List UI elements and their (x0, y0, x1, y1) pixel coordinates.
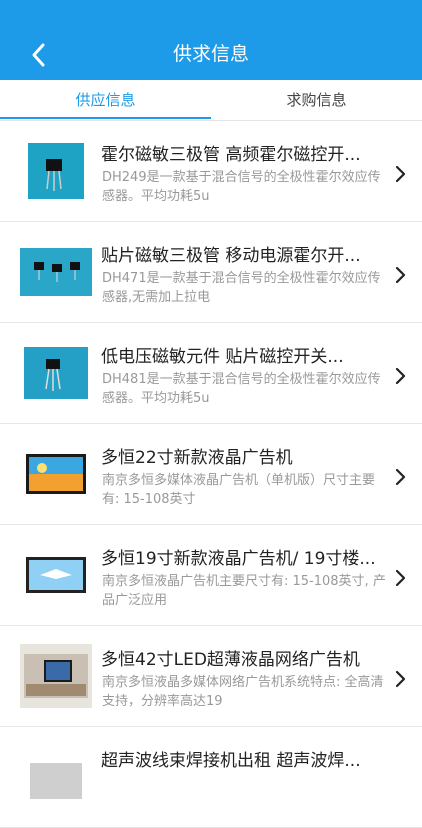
list-item[interactable]: 霍尔磁敏三极管 高频霍尔磁控开... DH249是一款基于混合信号的全极性霍尔效… (0, 121, 422, 222)
machine-thumbnail (20, 745, 92, 809)
page-title: 供求信息 (172, 43, 249, 65)
app-header: 供求信息 (0, 0, 422, 80)
list-item[interactable]: 多恒19寸新款液晶广告机/ 19寸楼... 南京多恒液晶广告机主要尺寸有: 15… (0, 525, 422, 626)
list-item[interactable]: 多恒22寸新款液晶广告机 南京多恒多媒体液晶广告机（单机版）尺寸主要有: 15-… (0, 424, 422, 525)
tab-supply[interactable]: 供应信息 (0, 80, 211, 120)
chevron-right-icon (395, 367, 406, 385)
lcd-display-thumbnail (20, 644, 92, 708)
item-title: 多恒22寸新款液晶广告机 (101, 448, 293, 468)
hall-sensor-thumbnail (20, 341, 92, 405)
item-title: 多恒42寸LED超薄液晶网络广告机 (101, 650, 360, 670)
list-item[interactable]: 贴片磁敏三极管 移动电源霍尔开... DH471是一款基于混合信号的全极性霍尔效… (0, 222, 422, 323)
item-description: DH481是一款基于混合信号的全极性霍尔效应传感器。平均功耗5u (102, 372, 381, 406)
chevron-right-icon (395, 468, 406, 486)
item-title: 贴片磁敏三极管 移动电源霍尔开... (101, 246, 361, 266)
item-description: 南京多恒多媒体液晶广告机（单机版）尺寸主要有: 15-108英寸 (102, 473, 376, 507)
tab-demand[interactable]: 求购信息 (211, 80, 422, 120)
item-description (102, 774, 392, 814)
item-description: 南京多恒液晶多媒体网络广告机系统特点: 全高清支持，分辨率高达19 (102, 675, 384, 709)
lcd-display-thumbnail (20, 442, 92, 506)
item-title: 霍尔磁敏三极管 高频霍尔磁控开... (101, 145, 361, 165)
list-item[interactable]: 多恒42寸LED超薄液晶网络广告机 南京多恒液晶多媒体网络广告机系统特点: 全高… (0, 626, 422, 727)
item-title: 低电压磁敏元件 贴片磁控开关... (101, 347, 344, 367)
tab-bar: 供应信息 求购信息 (0, 80, 422, 121)
active-tab-indicator (0, 117, 211, 119)
chevron-right-icon (395, 266, 406, 284)
list-item[interactable]: 超声波线束焊接机出租 超声波焊... (0, 727, 422, 828)
item-description: DH249是一款基于混合信号的全极性霍尔效应传感器。平均功耗5u (102, 170, 381, 204)
list-item[interactable]: 低电压磁敏元件 贴片磁控开关... DH481是一款基于混合信号的全极性霍尔效应… (0, 323, 422, 424)
chevron-right-icon (395, 670, 406, 688)
lcd-display-thumbnail (20, 543, 92, 607)
hall-sensor-thumbnail (20, 139, 92, 203)
supply-list: 霍尔磁敏三极管 高频霍尔磁控开... DH249是一款基于混合信号的全极性霍尔效… (0, 121, 422, 828)
hall-sensor-thumbnail (20, 240, 92, 304)
chevron-right-icon (395, 165, 406, 183)
chevron-right-icon (395, 569, 406, 587)
item-title: 超声波线束焊接机出租 超声波焊... (101, 751, 361, 771)
item-description: 南京多恒液晶广告机主要尺寸有: 15-108英寸, 产品广泛应用 (102, 574, 386, 608)
item-title: 多恒19寸新款液晶广告机/ 19寸楼... (101, 549, 376, 569)
item-description: DH471是一款基于混合信号的全极性霍尔效应传感器,无需加上拉电 (102, 271, 381, 305)
